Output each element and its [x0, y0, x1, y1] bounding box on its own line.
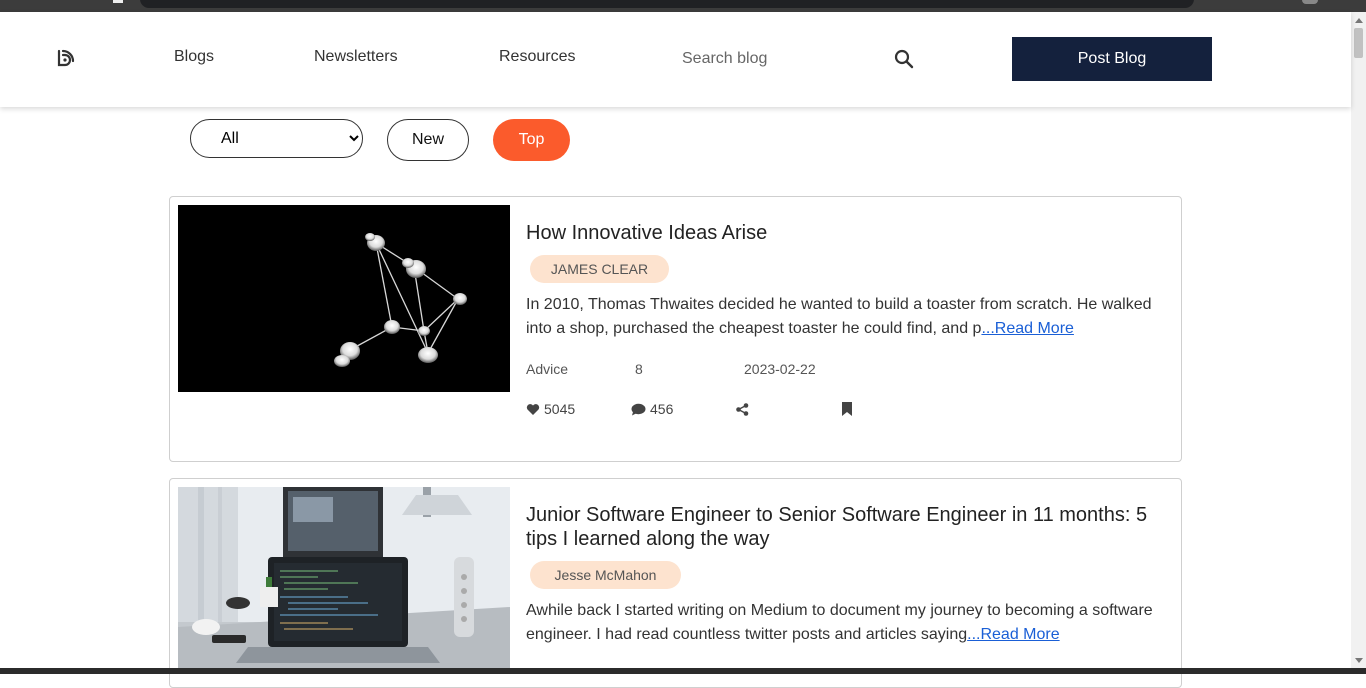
share-icon[interactable] — [736, 403, 749, 416]
site-header: Blogs Newsletters Resources Post Blog — [0, 12, 1351, 107]
read-more-link[interactable]: ...Read More — [967, 626, 1059, 643]
filter-top-button[interactable]: Top — [493, 119, 570, 161]
like-count: 5045 — [544, 401, 576, 417]
author-badge[interactable]: Jesse McMahon — [530, 561, 681, 589]
comment-icon — [631, 403, 646, 415]
like-button[interactable]: 5045 — [526, 401, 575, 417]
blog-card: Junior Software Engineer to Senior Softw… — [169, 478, 1182, 688]
nav-newsletters[interactable]: Newsletters — [314, 48, 398, 66]
scroll-down-arrow-icon[interactable] — [1355, 658, 1363, 663]
read-more-link[interactable]: ...Read More — [981, 320, 1073, 337]
post-title[interactable]: How Innovative Ideas Arise — [526, 221, 1166, 245]
tab-icon — [113, 0, 123, 3]
page-scrollbar[interactable] — [1351, 12, 1366, 668]
post-date: 2023-02-22 — [744, 361, 816, 377]
search-input[interactable] — [680, 45, 874, 73]
post-count: 8 — [635, 361, 643, 377]
scroll-thumb[interactable] — [1354, 28, 1363, 58]
comment-count: 456 — [650, 401, 674, 417]
comment-button[interactable]: 456 — [631, 401, 673, 417]
browser-toolbar — [0, 0, 1366, 12]
post-excerpt: In 2010, Thomas Thwaites decided he want… — [526, 293, 1166, 341]
post-excerpt: Awhile back I started writing on Medium … — [526, 599, 1166, 647]
nav-blogs[interactable]: Blogs — [174, 48, 214, 66]
bookmark-icon[interactable] — [842, 402, 852, 416]
post-blog-button[interactable]: Post Blog — [1012, 37, 1212, 81]
nav-resources[interactable]: Resources — [499, 48, 575, 66]
heart-icon — [526, 403, 540, 415]
molecule-illustration — [334, 233, 467, 367]
post-image[interactable] — [178, 205, 510, 392]
profile-icon[interactable] — [1302, 0, 1318, 4]
blog-card: How Innovative Ideas Arise JAMES CLEAR I… — [169, 196, 1182, 462]
post-image[interactable] — [178, 487, 510, 669]
author-badge[interactable]: JAMES CLEAR — [530, 255, 669, 283]
os-taskbar — [0, 668, 1366, 674]
scroll-up-arrow-icon[interactable] — [1355, 18, 1363, 23]
post-category: Advice — [526, 361, 569, 377]
filter-new-button[interactable]: New — [387, 119, 469, 161]
logo-icon[interactable] — [56, 48, 76, 68]
laptop-desk-photo — [178, 487, 510, 669]
search-icon[interactable] — [894, 49, 914, 69]
category-select[interactable]: All — [190, 119, 363, 158]
address-bar[interactable] — [140, 0, 1194, 8]
post-title[interactable]: Junior Software Engineer to Senior Softw… — [526, 503, 1166, 551]
